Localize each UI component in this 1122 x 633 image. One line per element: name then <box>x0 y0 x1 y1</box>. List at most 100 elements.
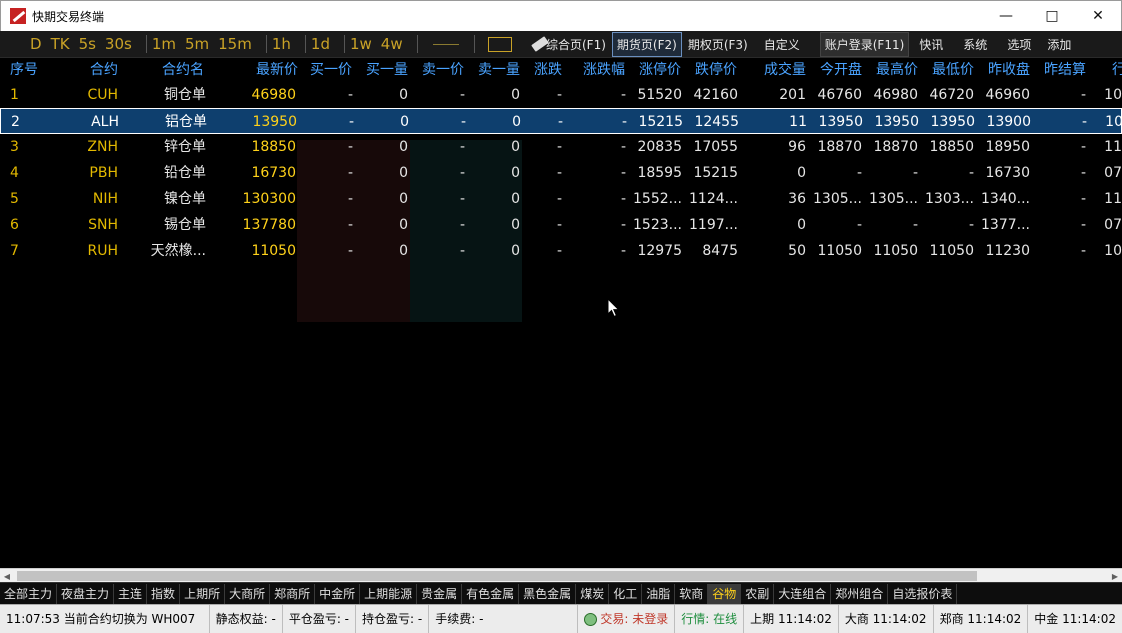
col-header[interactable]: 涨跌 <box>534 58 568 82</box>
table-cell: 11050 <box>251 243 296 259</box>
market-tab[interactable]: 郑商所 <box>270 583 316 604</box>
system-menu-button[interactable]: 系统 <box>959 33 991 56</box>
table-row[interactable]: 6 SNH 锡仓单 137780-0-0- -1523... 1197... 0- - -137… <box>0 212 1122 238</box>
line-draw-icon[interactable] <box>432 43 459 45</box>
table-row[interactable]: 7 RUH 天然橡... 11050-0-0- -12975 8475 50 11050 110… <box>0 238 1122 264</box>
period-1h-button[interactable]: 1h <box>272 35 291 53</box>
rectangle-draw-icon[interactable] <box>487 36 512 52</box>
table-cell: - <box>968 217 974 233</box>
options-menu-button[interactable]: 选项 <box>1003 33 1035 56</box>
period-1d-button[interactable]: 1d <box>311 35 330 53</box>
market-tab[interactable]: 黑色金属 <box>519 583 577 604</box>
period-15m-button[interactable]: 15m <box>218 35 252 53</box>
period-30s-button[interactable]: 30s <box>105 35 132 53</box>
period-5m-button[interactable]: 5m <box>185 35 209 53</box>
market-tab[interactable]: 上期所 <box>180 583 226 604</box>
mouse-cursor-icon <box>607 298 620 318</box>
market-tab[interactable]: 油脂 <box>642 583 676 604</box>
scroll-left-icon[interactable]: ◀ <box>0 569 14 583</box>
market-tab[interactable]: 主连 <box>114 583 148 604</box>
col-header[interactable]: 序号 <box>10 58 50 82</box>
close-icon[interactable]: ✕ <box>1075 1 1121 31</box>
market-tab[interactable]: 煤炭 <box>576 583 610 604</box>
col-header[interactable]: 买一量 <box>366 58 410 82</box>
col-header[interactable]: 最高价 <box>876 58 920 82</box>
table-row[interactable]: 2 ALH 铝仓单 13950-0-0- -15215 12455 11 13950 13950… <box>0 108 1122 134</box>
account-login-button[interactable]: 账户登录(F11) <box>819 32 910 57</box>
market-tab[interactable]: 指数 <box>147 583 181 604</box>
market-tab[interactable]: 软商 <box>675 583 709 604</box>
col-header[interactable]: 昨收盘 <box>988 58 1032 82</box>
table-row[interactable]: 5 NIH 镍仓单 130300-0-0- -1552... 1124... 36 1305.… <box>0 186 1122 212</box>
table-cell: - <box>459 165 465 181</box>
table-cell: 0 <box>399 87 408 103</box>
market-tab[interactable]: 有色金属 <box>462 583 520 604</box>
col-header[interactable]: 卖一价 <box>422 58 466 82</box>
table-cell: - <box>348 114 354 130</box>
col-header[interactable]: 行 <box>1112 58 1122 82</box>
period-d-button[interactable]: D <box>30 35 42 53</box>
period-tick-button[interactable]: TK <box>51 35 70 53</box>
market-tab[interactable]: 贵金属 <box>417 583 463 604</box>
market-tab[interactable]: 自选报价表 <box>888 583 958 604</box>
table-cell: 1305... <box>813 191 862 207</box>
custom-page-button[interactable]: 自定义 <box>760 33 804 56</box>
table-cell: 11050 <box>929 243 974 259</box>
table-cell: 13950 <box>874 114 919 130</box>
market-tab[interactable]: 化工 <box>609 583 643 604</box>
period-5s-button[interactable]: 5s <box>79 35 96 53</box>
market-tab[interactable]: 谷物 <box>708 583 742 604</box>
market-tab[interactable]: 大连组合 <box>774 583 832 604</box>
table-cell: 18950 <box>985 139 1030 155</box>
add-button[interactable]: 添加 <box>1043 33 1075 56</box>
trade-status[interactable]: 交易: 未登录 <box>578 605 676 633</box>
col-header[interactable]: 昨结算 <box>1044 58 1088 82</box>
col-header[interactable]: 合约 <box>90 58 130 82</box>
table-cell: NIH <box>92 191 118 207</box>
market-tab[interactable]: 大商所 <box>225 583 271 604</box>
col-header[interactable]: 成交量 <box>764 58 808 82</box>
market-tab[interactable]: 上期能源 <box>360 583 418 604</box>
table-cell: 1523... <box>633 217 682 233</box>
period-1m-button[interactable]: 1m <box>152 35 176 53</box>
options-page-button[interactable]: 期权页(F3) <box>684 33 752 56</box>
table-cell: 1 <box>10 87 19 103</box>
scroll-right-icon[interactable]: ▶ <box>1108 569 1122 583</box>
col-header[interactable]: 合约名 <box>162 58 212 82</box>
col-header[interactable]: 卖一量 <box>478 58 522 82</box>
col-header[interactable]: 跌停价 <box>695 58 739 82</box>
market-tab[interactable]: 农副 <box>741 583 775 604</box>
table-cell: 1303... <box>925 191 974 207</box>
toolbar-divider <box>343 35 345 53</box>
col-header[interactable]: 最新价 <box>254 58 298 82</box>
col-header[interactable]: 涨跌幅 <box>583 58 629 82</box>
col-header[interactable]: 今开盘 <box>820 58 864 82</box>
col-header[interactable]: 买一价 <box>310 58 354 82</box>
scrollbar-thumb[interactable] <box>17 571 977 581</box>
period-4w-button[interactable]: 4w <box>381 35 403 53</box>
table-cell: - <box>968 165 974 181</box>
market-tab[interactable]: 全部主力 <box>0 583 58 604</box>
table-cell: 18870 <box>817 139 862 155</box>
table-cell: 1305... <box>869 191 918 207</box>
period-1w-button[interactable]: 1w <box>350 35 372 53</box>
minimize-icon[interactable]: — <box>983 1 1029 31</box>
market-tab[interactable]: 夜盘主力 <box>57 583 115 604</box>
col-header[interactable]: 涨停价 <box>639 58 683 82</box>
table-row[interactable]: 3 ZNH 锌仓单 18850-0-0- -20835 17055 96 18870 18870… <box>0 134 1122 160</box>
col-header[interactable]: 最低价 <box>932 58 976 82</box>
market-tab[interactable]: 中金所 <box>315 583 361 604</box>
horizontal-scrollbar[interactable]: ◀ ▶ <box>0 568 1122 582</box>
table-cell: 46720 <box>929 87 974 103</box>
maximize-icon[interactable]: □ <box>1029 1 1075 31</box>
market-tab[interactable]: 郑州组合 <box>831 583 889 604</box>
table-row[interactable]: 4 PBH 铅仓单 16730-0-0- -18595 15215 0- - -16730-07 <box>0 160 1122 186</box>
market-tabs: 全部主力 夜盘主力 主连 指数 上期所 大商所 郑商所 中金所 上期能源 贵金属 有色金属 黑色金属煤… <box>0 582 1122 604</box>
news-button[interactable]: 快讯 <box>915 33 947 56</box>
futures-page-button[interactable]: 期货页(F2) <box>611 32 682 57</box>
table-cell: - <box>556 217 562 233</box>
overview-page-button[interactable]: 综合页(F1) <box>542 33 610 56</box>
table-cell: - <box>1081 114 1087 130</box>
table-row[interactable]: 1 CUH 铜仓单 46980-0-0- -51520 42160 201 46760 4698… <box>0 82 1122 108</box>
table-cell: 10 <box>1104 87 1122 103</box>
